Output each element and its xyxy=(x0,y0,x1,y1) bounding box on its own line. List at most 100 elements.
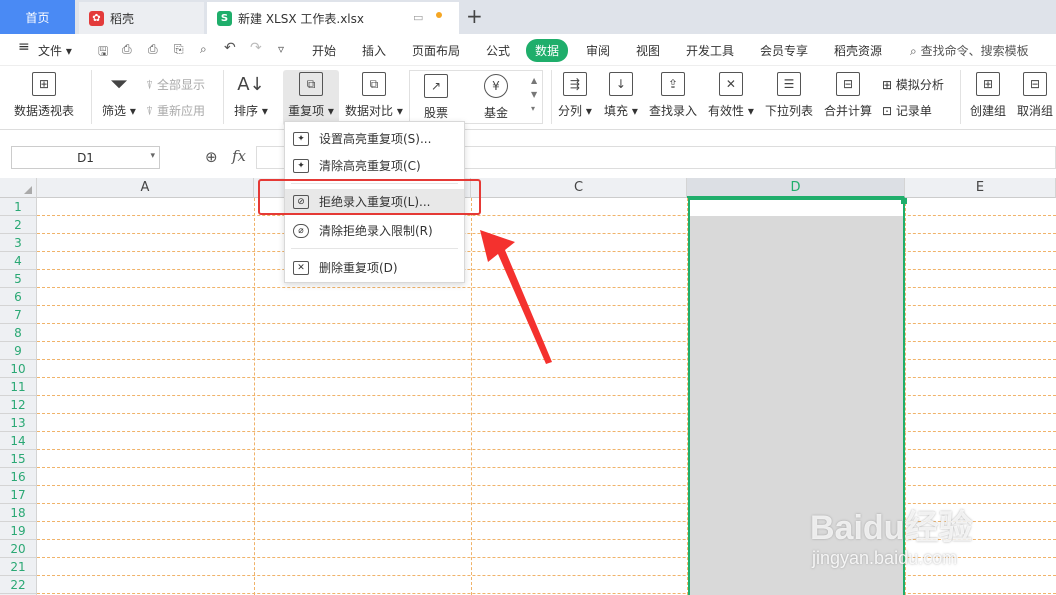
clear-highlight-label: 清除高亮重复项(C) xyxy=(319,159,421,173)
more-chevron-icon[interactable]: ▿ xyxy=(278,42,284,56)
delete-duplicates-icon: ✕ xyxy=(293,260,309,275)
menu-item-clear-highlight-duplicates[interactable]: ✦ 清除高亮重复项(C) xyxy=(285,153,464,178)
row-header[interactable]: 5 xyxy=(0,270,36,288)
fx-icon[interactable]: fx xyxy=(232,147,246,165)
row-header[interactable]: 10 xyxy=(0,360,36,378)
validity-button[interactable]: ✕ 有效性 ▾ xyxy=(708,72,754,119)
filter-button[interactable]: ⏷ 筛选 ▾ xyxy=(102,72,136,119)
redo-icon[interactable]: ↷ xyxy=(250,40,262,56)
monitor-icon[interactable]: ▭ xyxy=(413,11,423,24)
fund-label: 基金 xyxy=(484,106,509,120)
tab-daoke[interactable]: ✿ 稻壳 xyxy=(79,2,204,34)
whatif-icon: ⊞ xyxy=(882,78,893,92)
menu-item-clear-reject-restriction[interactable]: ⌀ 清除拒绝录入限制(R) xyxy=(285,218,464,243)
row-header[interactable]: 12 xyxy=(0,396,36,414)
validity-label: 有效性 ▾ xyxy=(708,104,754,118)
new-tab-button[interactable]: + xyxy=(466,4,483,28)
row-header[interactable]: 3 xyxy=(0,234,36,252)
name-box-chevron-icon[interactable]: ▾ xyxy=(150,151,155,161)
menu-item-page-layout[interactable]: 页面布局 xyxy=(412,42,460,59)
command-search[interactable]: ⌕ 查找命令、搜索模板 xyxy=(910,42,1029,59)
zoom-formula-icon[interactable]: ⊕ xyxy=(205,148,218,166)
menu-item-formula[interactable]: 公式 xyxy=(486,42,510,59)
print-preview-icon[interactable]: ⎘ xyxy=(174,42,184,57)
compare-icon: ⧉ xyxy=(361,72,386,96)
ungroup-button[interactable]: ⊟ 取消组 xyxy=(1017,72,1053,119)
tab-home[interactable]: 首页 xyxy=(0,0,75,34)
row-header[interactable]: 15 xyxy=(0,450,36,468)
row-header[interactable]: 17 xyxy=(0,486,36,504)
row-header[interactable]: 2 xyxy=(0,216,36,234)
whatif-button[interactable]: ⊞ 模拟分析 xyxy=(882,76,944,93)
row-header[interactable]: 7 xyxy=(0,306,36,324)
fill-handle[interactable] xyxy=(901,198,907,204)
unsaved-dot-icon xyxy=(436,12,442,18)
gallery-scroll[interactable]: ▲ ▼ ▾ xyxy=(531,74,537,116)
column-header-c[interactable]: C xyxy=(471,178,687,198)
menu-item-daoke-resources[interactable]: 稻壳资源 xyxy=(834,42,882,59)
fund-button[interactable]: ¥ 基金 xyxy=(484,74,508,121)
name-box[interactable]: D1 ▾ xyxy=(11,146,160,169)
row-header[interactable]: 6 xyxy=(0,288,36,306)
row-header[interactable]: 16 xyxy=(0,468,36,486)
row-header[interactable]: 22 xyxy=(0,576,36,594)
split-column-icon: ⇶ xyxy=(562,72,587,96)
row-header[interactable]: 18 xyxy=(0,504,36,522)
row-header[interactable]: 19 xyxy=(0,522,36,540)
save-icon[interactable]: 🖫 xyxy=(98,42,108,63)
split-column-button[interactable]: ⇶ 分列 ▾ xyxy=(558,72,592,119)
menu-item-start[interactable]: 开始 xyxy=(312,42,336,59)
row-header[interactable]: 11 xyxy=(0,378,36,396)
menu-item-insert[interactable]: 插入 xyxy=(362,42,386,59)
tab-file[interactable]: S 新建 XLSX 工作表.xlsx ▭ xyxy=(207,2,459,34)
lookup-entry-button[interactable]: ⇪ 查找录入 xyxy=(649,72,697,119)
data-compare-button[interactable]: ⧉ 数据对比 ▾ xyxy=(345,72,403,119)
consolidate-button[interactable]: ⊟ 合并计算 xyxy=(824,72,872,119)
menu-item-data[interactable]: 数据 xyxy=(526,39,569,62)
column-header-e[interactable]: E xyxy=(905,178,1056,198)
column-header-d[interactable]: D xyxy=(687,178,905,198)
row-header[interactable]: 14 xyxy=(0,432,36,450)
duplicates-button[interactable]: ⧉ 重复项 ▾ xyxy=(283,70,339,126)
tab-bar: 首页 ✿ 稻壳 S 新建 XLSX 工作表.xlsx ▭ + xyxy=(0,0,1056,34)
export-pdf-icon[interactable]: ⎙ xyxy=(122,42,132,57)
menu-item-review[interactable]: 审阅 xyxy=(586,42,610,59)
menu-file[interactable]: 文件 ▾ xyxy=(38,42,72,59)
show-all-button[interactable]: ⍒ 全部显示 xyxy=(146,76,205,93)
row-header[interactable]: 20 xyxy=(0,540,36,558)
clear-reject-label: 清除拒绝录入限制(R) xyxy=(319,224,433,238)
watermark-url: jingyan.baidu.com xyxy=(812,548,958,568)
show-all-icon: ⍒ xyxy=(146,78,154,92)
lookup-icon: ⇪ xyxy=(661,72,685,96)
menu-item-delete-duplicates[interactable]: ✕ 删除重复项(D) xyxy=(285,255,464,280)
menu-item-set-highlight-duplicates[interactable]: ✦ 设置高亮重复项(S)... xyxy=(285,126,464,151)
record-form-button[interactable]: ⊡ 记录单 xyxy=(882,102,932,119)
select-all-corner[interactable] xyxy=(0,178,37,198)
pivot-table-button[interactable]: ⊞ 数据透视表 xyxy=(14,72,74,119)
find-icon[interactable]: ⌕ xyxy=(200,42,207,57)
row-header[interactable]: 4 xyxy=(0,252,36,270)
menu-item-view[interactable]: 视图 xyxy=(636,42,660,59)
column-header-a[interactable]: A xyxy=(37,178,254,198)
dropdown-list-button[interactable]: ☰ 下拉列表 xyxy=(765,72,813,119)
duplicates-label: 重复项 ▾ xyxy=(288,104,334,118)
print-icon[interactable]: ⎙ xyxy=(148,42,158,57)
menu-item-developer[interactable]: 开发工具 xyxy=(686,42,734,59)
menu-item-member[interactable]: 会员专享 xyxy=(760,42,808,59)
watermark-brand: Baidu经验 xyxy=(810,509,973,547)
reapply-button[interactable]: ⍒ 重新应用 xyxy=(146,102,205,119)
active-cell-d1[interactable] xyxy=(688,198,905,216)
stock-button[interactable]: ↗ 股票 xyxy=(424,74,448,121)
row-header[interactable]: 21 xyxy=(0,558,36,576)
row-header[interactable]: 13 xyxy=(0,414,36,432)
hamburger-icon[interactable]: ≡ xyxy=(18,39,30,55)
sort-button[interactable]: A↓ 排序 ▾ xyxy=(234,72,268,119)
create-group-button[interactable]: ⊞ 创建组 xyxy=(970,72,1006,119)
row-header[interactable]: 8 xyxy=(0,324,36,342)
set-highlight-label: 设置高亮重复项(S)... xyxy=(319,132,432,146)
undo-icon[interactable]: ↶ xyxy=(224,40,236,56)
delete-duplicates-label: 删除重复项(D) xyxy=(319,261,398,275)
fill-button[interactable]: ↓ 填充 ▾ xyxy=(604,72,638,119)
row-header[interactable]: 1 xyxy=(0,198,36,216)
row-header[interactable]: 9 xyxy=(0,342,36,360)
